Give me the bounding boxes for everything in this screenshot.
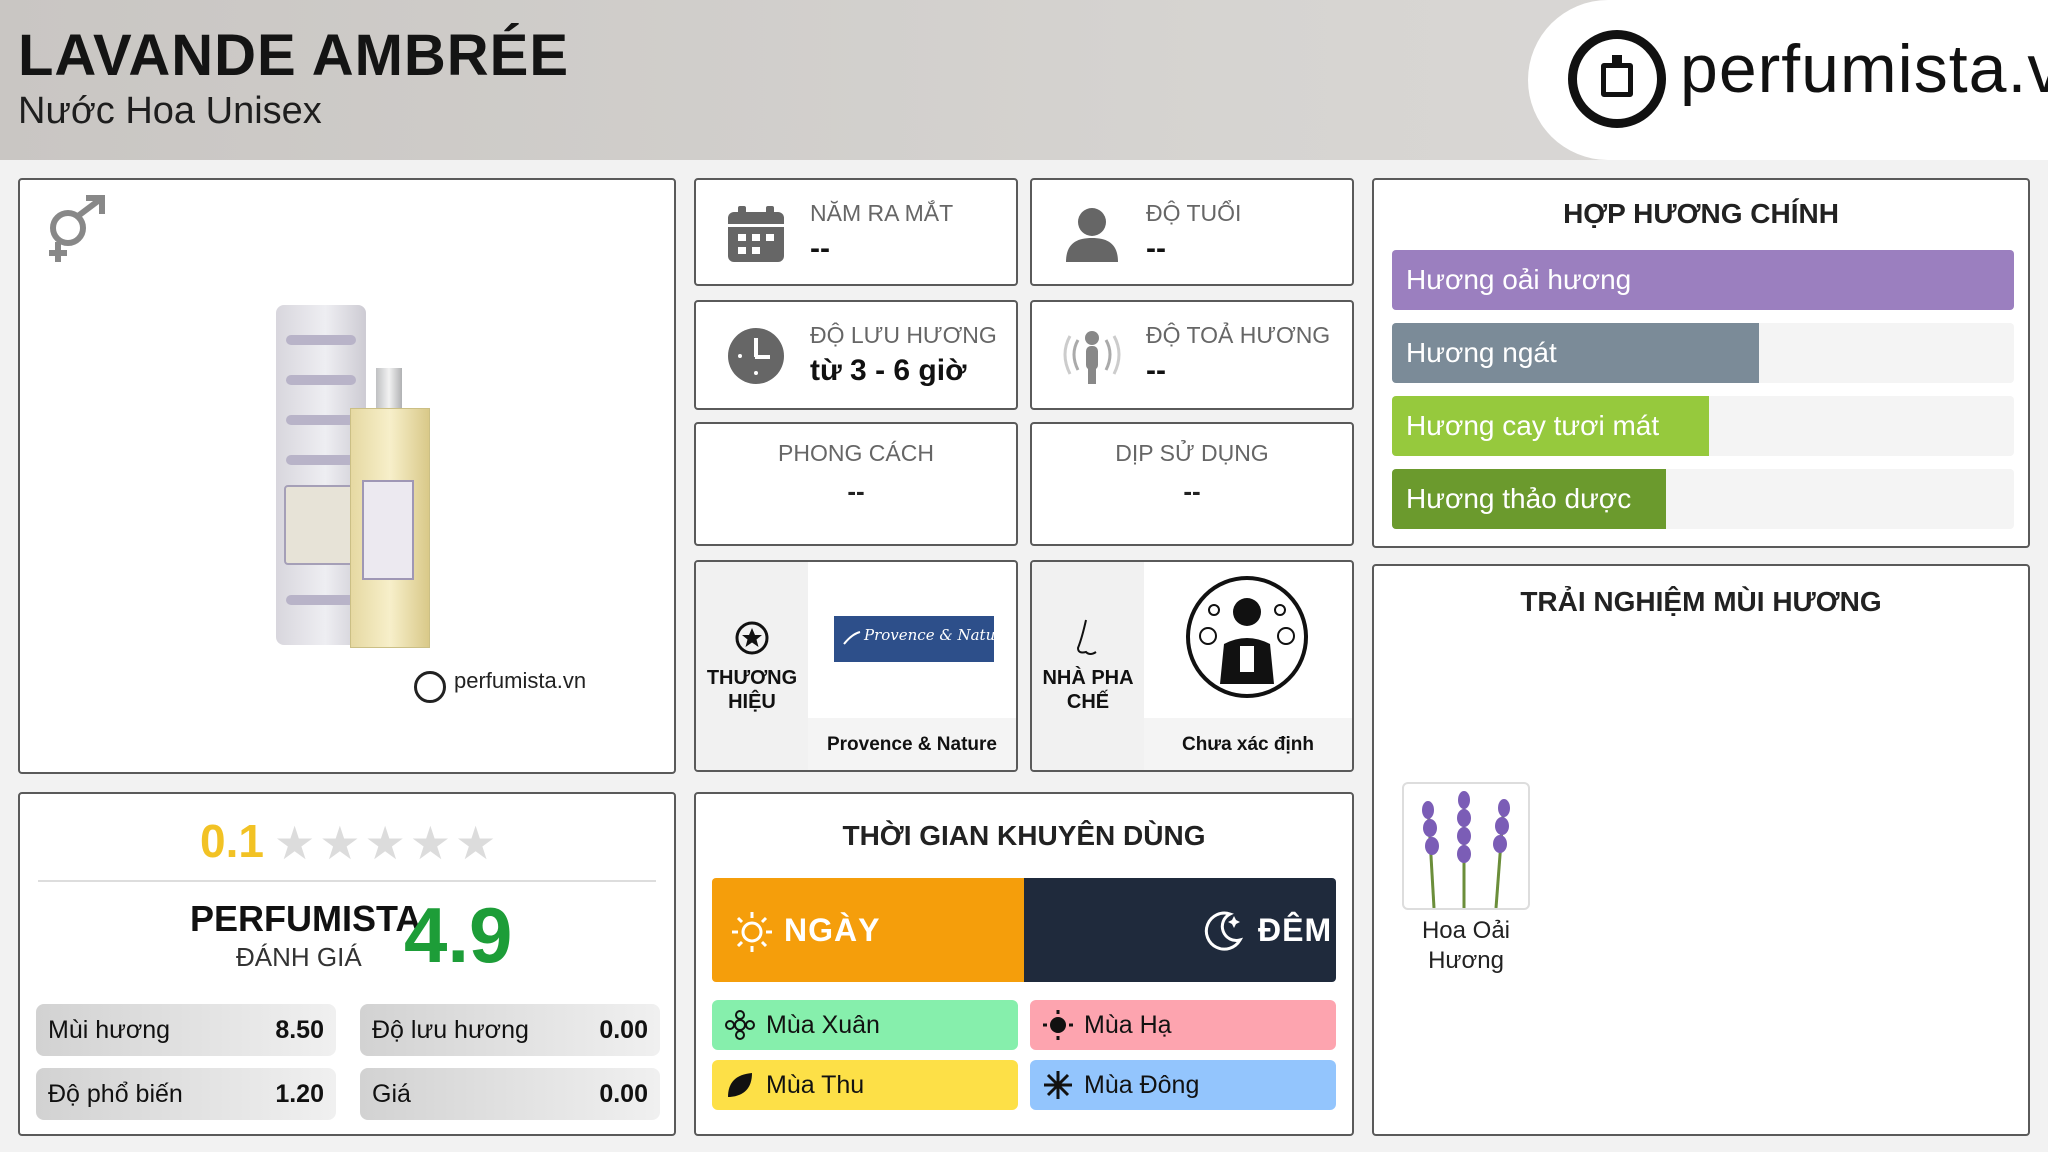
perfumer-label-line2: CHẾ xyxy=(1066,691,1110,713)
brand-logo[interactable]: Provence & Nature xyxy=(834,616,1011,662)
star-icon[interactable]: ★ xyxy=(455,817,500,869)
person-icon xyxy=(1066,208,1118,262)
accord-row: Hương oải hương xyxy=(1392,250,2014,310)
night-segment: ĐÊM xyxy=(1024,878,1336,982)
site-logo-text: perfumista.vn xyxy=(1680,31,2048,107)
style-card: PHONG CÁCH -- xyxy=(694,422,1018,546)
perfume-subtitle: Nước Hoa Unisex xyxy=(18,90,322,132)
user-rating-score: 0.1 xyxy=(200,815,264,867)
moon-icon xyxy=(1204,911,1244,951)
scent-projection-icon xyxy=(1063,331,1121,384)
brand-label: THƯƠNG xyxy=(706,667,798,689)
scent-experience-card: TRẢI NGHIỆM MÙI HƯƠNG Hoa Oải Hương xyxy=(1372,564,2030,1136)
calendar-icon xyxy=(728,206,784,262)
note-lavender-name[interactable]: Hoa Oải Hương xyxy=(1398,916,1534,976)
style-label: PHONG CÁCH xyxy=(778,440,934,466)
perfume-bottle-logo-icon xyxy=(1568,30,1666,128)
sun-icon xyxy=(1043,1010,1073,1040)
day-label: NGÀY xyxy=(784,912,881,948)
product-image-card: perfumista.vn xyxy=(18,178,676,774)
perfumista-rating-sub: ĐÁNH GIÁ xyxy=(236,942,362,972)
age-label: ĐỘ TUỔI xyxy=(1146,200,1242,226)
accord-row: Hương cay tươi mát xyxy=(1392,396,2014,456)
longevity-value: từ 3 - 6 giờ xyxy=(810,354,967,387)
season-summer: Mùa Hạ xyxy=(1030,1000,1336,1050)
perfumista-rating-label: PERFUMISTA xyxy=(190,898,422,939)
sillage-value: -- xyxy=(1146,354,1166,387)
flower-icon xyxy=(725,1010,755,1040)
season-winter: Mùa Đông xyxy=(1030,1060,1336,1110)
nose-icon xyxy=(1076,619,1097,655)
accord-label: Hương ngát xyxy=(1406,337,1557,368)
occasion-card: DỊP SỬ DỤNG -- xyxy=(1030,422,1354,546)
age-card: ĐỘ TUỔI -- xyxy=(1030,178,1354,286)
note-lavender-image[interactable] xyxy=(1402,782,1530,910)
star-rating[interactable]: ★★★★★ xyxy=(274,816,500,870)
perfumista-rating-score: 4.9 xyxy=(404,891,513,979)
metric-scent: Mùi hương 8.50 xyxy=(36,1004,336,1056)
perfumer-avatar-icon xyxy=(1186,576,1308,698)
product-bottle-cap xyxy=(376,368,402,410)
brand-card[interactable]: THƯƠNG HIỆU Provence & Nature Provence &… xyxy=(694,560,1018,772)
brand-logo-text: Provence & Nature xyxy=(864,626,1012,644)
snowflake-icon xyxy=(1044,1071,1072,1099)
release-year-value: -- xyxy=(810,232,830,265)
accord-label: Hương cay tươi mát xyxy=(1406,410,1660,441)
metric-price: Giá 0.00 xyxy=(360,1068,660,1120)
clock-icon xyxy=(728,328,784,384)
accord-label: Hương thảo dược xyxy=(1406,483,1632,514)
image-watermark-text: perfumista.vn xyxy=(454,668,587,693)
star-icon[interactable]: ★ xyxy=(410,817,455,869)
brand-label-line2: HIỆU xyxy=(728,691,776,713)
style-value: -- xyxy=(847,476,865,506)
main-accords-title: HỢP HƯƠNG CHÍNH xyxy=(1563,198,1839,229)
brand-name[interactable]: Provence & Nature xyxy=(808,734,1016,756)
perfume-bottle-logo-icon xyxy=(414,671,446,703)
perfumer-name[interactable]: Chưa xác định xyxy=(1144,734,1352,756)
leaf-icon xyxy=(728,1073,752,1097)
accord-row: Hương thảo dược xyxy=(1392,469,2014,529)
metric-longevity: Độ lưu hương 0.00 xyxy=(360,1004,660,1056)
rating-card: 0.1 ★★★★★ PERFUMISTA ĐÁNH GIÁ 4.9 Mùi hư… xyxy=(18,792,676,1136)
night-label: ĐÊM xyxy=(1258,912,1333,948)
recommended-time-title: THỜI GIAN KHUYÊN DÙNG xyxy=(842,820,1206,851)
age-value: -- xyxy=(1146,232,1166,265)
perfume-title: LAVANDE AMBRÉE xyxy=(18,23,570,88)
perfumer-card[interactable]: NHÀ PHA CHẾ Chưa xác định xyxy=(1030,560,1354,772)
release-year-card: NĂM RA MẮT -- xyxy=(694,178,1018,286)
longevity-card: ĐỘ LƯU HƯƠNG từ 3 - 6 giờ xyxy=(694,300,1018,410)
occasion-value: -- xyxy=(1183,476,1201,506)
accord-row: Hương ngát xyxy=(1392,323,2014,383)
accord-label: Hương oải hương xyxy=(1406,264,1632,295)
unisex-gender-icon xyxy=(34,192,114,277)
main-accords-card: HỢP HƯƠNG CHÍNH Hương oải hương Hương ngá… xyxy=(1372,178,2030,548)
occasion-label: DỊP SỬ DỤNG xyxy=(1115,440,1269,466)
star-icon[interactable]: ★ xyxy=(365,817,410,869)
season-autumn: Mùa Thu xyxy=(712,1060,1018,1110)
day-segment: NGÀY xyxy=(712,878,1024,982)
star-icon[interactable]: ★ xyxy=(319,817,364,869)
sun-icon xyxy=(732,912,772,952)
longevity-label: ĐỘ LƯU HƯƠNG xyxy=(810,322,997,348)
star-icon[interactable]: ★ xyxy=(274,817,319,869)
lavender-flower-icon xyxy=(1422,791,1510,908)
day-night-bar: NGÀY ĐÊM xyxy=(712,878,1336,982)
perfumer-label: NHÀ PHA xyxy=(1042,667,1134,689)
sillage-label: ĐỘ TOẢ HƯƠNG xyxy=(1146,322,1331,348)
release-year-label: NĂM RA MẮT xyxy=(810,200,954,226)
scent-experience-title: TRẢI NGHIỆM MÙI HƯƠNG xyxy=(1520,586,1882,617)
star-circle-icon xyxy=(735,621,769,655)
page-header: LAVANDE AMBRÉE Nước Hoa Unisex perfumist… xyxy=(0,0,2048,160)
sillage-card: ĐỘ TOẢ HƯƠNG -- xyxy=(1030,300,1354,410)
site-logo[interactable]: perfumista.vn xyxy=(1528,0,2048,160)
recommended-time-card: THỜI GIAN KHUYÊN DÙNG NGÀY ĐÊM Mùa Xuân … xyxy=(694,792,1354,1136)
season-spring: Mùa Xuân xyxy=(712,1000,1018,1050)
lavender-sprig-icon xyxy=(843,631,861,645)
metric-popularity: Độ phổ biến 1.20 xyxy=(36,1068,336,1120)
